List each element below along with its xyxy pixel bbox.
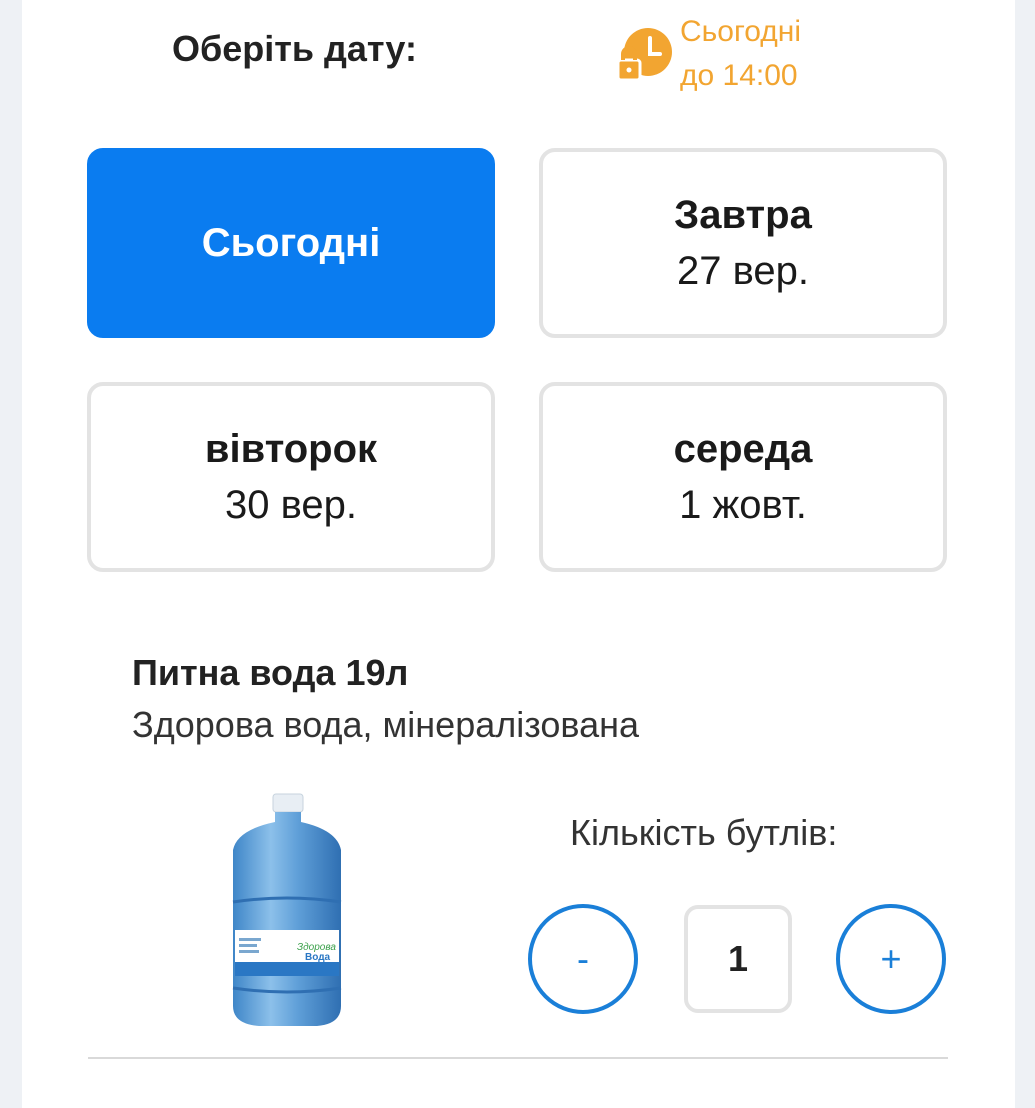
- date-option-day: Сьогодні: [201, 221, 381, 265]
- increase-quantity-button[interactable]: +: [836, 904, 946, 1014]
- date-option-tomorrow[interactable]: Завтра 27 вер.: [539, 148, 947, 338]
- date-option-date: 27 вер.: [676, 249, 809, 293]
- decrease-quantity-button[interactable]: -: [528, 904, 638, 1014]
- plus-label: +: [880, 938, 902, 979]
- clock-lock-icon: [614, 24, 674, 84]
- delivery-panel: Оберіть дату: Сьогодні до 14:00 Сьогодні…: [22, 0, 1015, 1108]
- product-name: Питна вода 19л: [132, 652, 409, 693]
- delivery-deadline-badge: Сьогодні до 14:00: [614, 10, 801, 98]
- date-option-today[interactable]: Сьогодні: [87, 148, 495, 338]
- quantity-value[interactable]: 1: [684, 905, 792, 1013]
- date-option-wednesday[interactable]: середа 1 жовт.: [539, 382, 947, 572]
- date-option-tuesday[interactable]: вівторок 30 вер.: [87, 382, 495, 572]
- date-option-day: вівторок: [204, 427, 378, 471]
- product-description: Здорова вода, мінералізована: [132, 704, 640, 745]
- choose-date-title: Оберіть дату:: [172, 28, 417, 69]
- date-option-date: 30 вер.: [224, 483, 357, 527]
- deadline-text: Сьогодні до 14:00: [680, 10, 801, 98]
- deadline-time: до 14:00: [680, 59, 798, 92]
- minus-label: -: [577, 938, 589, 979]
- water-bottle-image: Здорова Вода: [217, 792, 357, 1032]
- quantity-number: 1: [727, 938, 749, 979]
- quantity-label: Кількість бутлів:: [570, 812, 838, 853]
- deadline-day: Сьогодні: [680, 15, 802, 48]
- bottle-label-brand-2: Вода: [305, 952, 331, 963]
- section-divider: [88, 1057, 948, 1059]
- date-option-day: середа: [673, 427, 813, 471]
- date-option-day: Завтра: [674, 193, 812, 237]
- date-option-date: 1 жовт.: [679, 483, 807, 527]
